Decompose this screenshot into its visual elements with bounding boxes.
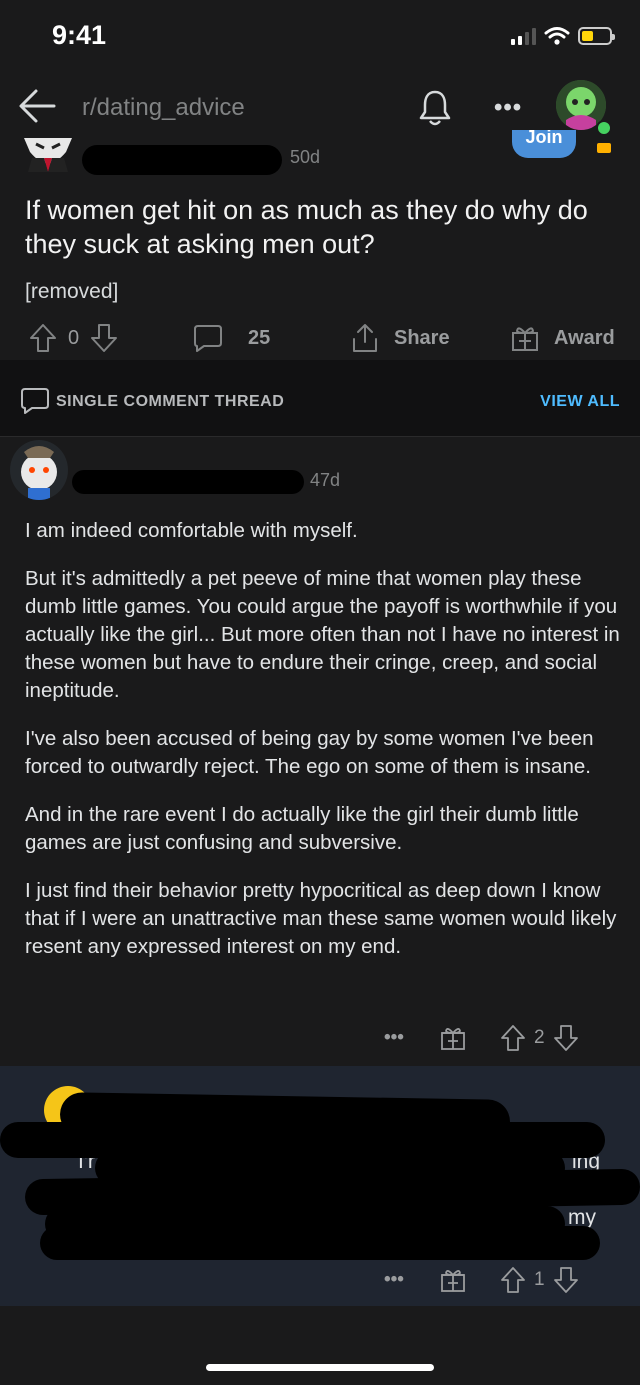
wifi-icon	[544, 27, 570, 45]
bell-icon[interactable]	[417, 88, 453, 128]
comment-paragraph: I've also been accused of being gay by s…	[25, 727, 594, 778]
battery-icon	[578, 27, 615, 45]
thread-comment-icon	[20, 386, 50, 416]
reply-actions: ••• 1	[384, 1265, 579, 1295]
comments-button[interactable]: 25	[192, 322, 270, 354]
downvote-icon[interactable]	[553, 1024, 579, 1052]
comment-paragraph: I am indeed comfortable with myself.	[25, 519, 358, 542]
view-all-link[interactable]: VIEW ALL	[540, 393, 620, 411]
post-author-avatar[interactable]	[22, 138, 74, 174]
post-title[interactable]: If women get hit on as much as they do w…	[25, 193, 595, 261]
comment-count: 25	[248, 326, 271, 349]
award-button[interactable]: Award	[510, 322, 615, 354]
downvote-icon[interactable]	[89, 322, 119, 354]
comment-body: I am indeed comfortable with myself. But…	[25, 517, 620, 981]
online-status-dot	[596, 120, 612, 136]
post-age: 50d	[290, 147, 321, 167]
more-options-icon[interactable]: •••	[494, 94, 522, 122]
redaction-mark	[40, 1226, 600, 1260]
vote-count: 0	[68, 326, 80, 349]
share-label: Share	[394, 326, 450, 349]
gift-icon[interactable]	[440, 1267, 466, 1293]
comment-author-avatar[interactable]	[10, 440, 68, 500]
back-arrow-icon[interactable]	[18, 88, 56, 124]
subreddit-name[interactable]: r/dating_advice	[82, 94, 245, 122]
comment-score: 2	[533, 1027, 545, 1048]
upvote-icon[interactable]	[28, 322, 58, 354]
join-button[interactable]: Join	[512, 130, 576, 158]
upvote-icon[interactable]	[500, 1266, 526, 1294]
status-icons	[511, 24, 615, 48]
join-label: Join	[525, 130, 563, 147]
gift-icon[interactable]	[440, 1025, 466, 1051]
upvote-icon[interactable]	[500, 1024, 526, 1052]
reply-score: 1	[533, 1269, 545, 1290]
comment-paragraph: And in the rare event I do actually like…	[25, 803, 579, 854]
mod-badge-icon	[597, 143, 611, 153]
comment-paragraph: I just find their behavior pretty hypocr…	[25, 879, 617, 958]
gift-icon	[512, 327, 538, 351]
downvote-icon[interactable]	[553, 1266, 579, 1294]
vote-controls: 0	[28, 322, 119, 354]
redacted-username	[82, 145, 282, 175]
post-body: [removed]	[25, 280, 119, 303]
redacted-comment-username	[72, 470, 304, 494]
share-icon	[353, 324, 377, 352]
home-indicator[interactable]	[206, 1364, 434, 1371]
award-label: Award	[554, 326, 615, 349]
share-button[interactable]: Share	[350, 322, 450, 354]
cellular-signal-icon	[511, 27, 536, 45]
comment-paragraph: But it's admittedly a pet peeve of mine …	[25, 567, 620, 702]
status-time: 9:41	[52, 20, 107, 50]
comment-actions: ••• 2	[384, 1023, 579, 1053]
single-comment-thread-label: SINGLE COMMENT THREAD	[56, 393, 285, 410]
comment-icon	[194, 325, 222, 352]
reply-more-icon[interactable]: •••	[384, 1269, 404, 1291]
comment-more-icon[interactable]: •••	[384, 1027, 404, 1049]
comment-age: 47d	[310, 470, 341, 490]
